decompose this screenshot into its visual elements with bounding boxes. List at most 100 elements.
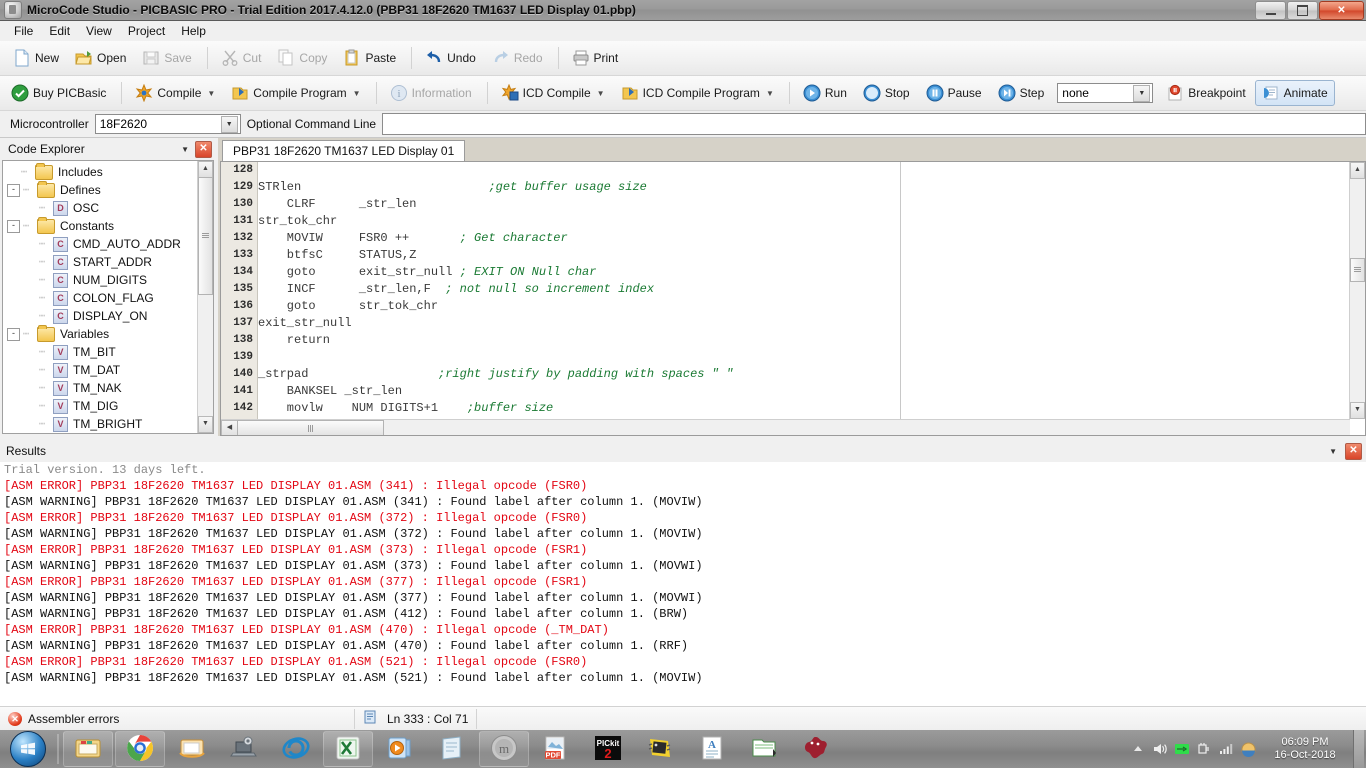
minimize-button[interactable]	[1255, 1, 1286, 20]
tree-node-cmd-auto-addr[interactable]: ┉CCMD_AUTO_ADDR	[3, 235, 213, 253]
code-explorer-tree[interactable]: ┉Includes-┉Defines┉DOSC-┉Constants┉CCMD_…	[2, 160, 214, 434]
scroll-up-arrow-icon[interactable]: ▲	[1350, 162, 1365, 179]
menu-item-edit[interactable]: Edit	[41, 22, 78, 40]
tree-node-tm-nak[interactable]: ┉VTM_NAK	[3, 379, 213, 397]
scroll-up-arrow-icon[interactable]: ▲	[198, 161, 213, 178]
system-menu-icon[interactable]	[4, 1, 22, 19]
icd-compile-button[interactable]: ICD Compile ▼	[494, 80, 612, 106]
tree-node-display-on[interactable]: ┉CDISPLAY_ON	[3, 307, 213, 325]
taskbar-item-pickit2[interactable]: PICkit2	[583, 731, 633, 767]
editor-body[interactable]: 1281291301311321331341351361371381391401…	[220, 161, 1366, 436]
tree-node-tm-dig[interactable]: ┉VTM_DIG	[3, 397, 213, 415]
code-line[interactable]: btfsC STATUS,Z	[258, 247, 1349, 264]
compile-button[interactable]: Compile ▼	[128, 80, 222, 106]
new-button[interactable]: New	[6, 45, 66, 71]
chevron-down-icon[interactable]: ▼	[353, 89, 361, 98]
undo-button[interactable]: Undo	[418, 45, 483, 71]
information-button[interactable]: i Information	[383, 80, 479, 106]
buy-picbasic-button[interactable]: Buy PICBasic	[4, 80, 113, 106]
taskbar-item-media-player[interactable]	[375, 731, 425, 767]
menu-item-file[interactable]: File	[6, 22, 41, 40]
taskbar-clock[interactable]: 06:09 PM 16-Oct-2018	[1259, 736, 1351, 762]
code-line[interactable]	[258, 162, 1349, 179]
taskbar-item-pdf-reader[interactable]: PDF	[531, 731, 581, 767]
code-line[interactable]: exit_str_null	[258, 315, 1349, 332]
tree-node-tm-dat[interactable]: ┉VTM_DAT	[3, 361, 213, 379]
close-code-explorer-button[interactable]: ✕	[195, 141, 212, 158]
tree-node-tm-bit[interactable]: ┉VTM_BIT	[3, 343, 213, 361]
close-results-button[interactable]: ✕	[1345, 443, 1362, 460]
run-button[interactable]: Run	[796, 80, 854, 106]
show-desktop-button[interactable]	[1353, 730, 1364, 768]
tree-node-constants[interactable]: -┉Constants	[3, 217, 213, 235]
tree-node-start-addr[interactable]: ┉CSTART_ADDR	[3, 253, 213, 271]
chevron-down-icon[interactable]: ▼	[1133, 85, 1150, 102]
scroll-down-arrow-icon[interactable]: ▼	[1350, 402, 1365, 419]
taskbar-item-wordpad[interactable]: A	[687, 731, 737, 767]
chevron-down-icon[interactable]: ▼	[221, 116, 238, 133]
taskbar-item-file-folder[interactable]	[739, 731, 789, 767]
code-line[interactable]: INCF _str_len,F ; not null so increment …	[258, 281, 1349, 298]
volume-icon[interactable]	[1149, 730, 1171, 768]
code-text-area[interactable]: STRlen ;get buffer usage size CLRF _str_…	[258, 162, 1349, 419]
taskbar-item-notepad[interactable]	[427, 731, 477, 767]
results-output[interactable]: Trial version. 13 days left.[ASM ERROR] …	[0, 462, 1366, 706]
tree-collapse-toggle[interactable]: -	[7, 328, 20, 341]
open-button[interactable]: Open	[68, 45, 133, 71]
chevron-down-icon[interactable]: ▼	[766, 89, 774, 98]
icd-compile-program-button[interactable]: ICD Compile Program ▼	[614, 80, 781, 106]
scrollbar-thumb[interactable]	[237, 420, 384, 436]
code-line[interactable]: str_tok_chr	[258, 213, 1349, 230]
save-button[interactable]: Save	[135, 45, 198, 71]
chevron-down-icon[interactable]: ▼	[207, 89, 215, 98]
tree-node-num-digits[interactable]: ┉CNUM_DIGITS	[3, 271, 213, 289]
code-line[interactable]: _strpad ;right justify by padding with s…	[258, 366, 1349, 383]
code-line[interactable]: BANKSEL _str_len	[258, 383, 1349, 400]
editor-tab[interactable]: PBP31 18F2620 TM1637 LED Display 01	[222, 140, 465, 162]
step-button[interactable]: Step	[991, 80, 1052, 106]
stop-button[interactable]: Stop	[856, 80, 917, 106]
maximize-button[interactable]	[1287, 1, 1318, 20]
network-icon[interactable]	[1171, 730, 1193, 768]
paste-button[interactable]: Paste	[336, 45, 403, 71]
power-plug-icon[interactable]	[1193, 730, 1215, 768]
pause-button[interactable]: Pause	[919, 80, 989, 106]
code-line[interactable]: MOVIW FSR0 ++ ; Get character	[258, 230, 1349, 247]
close-button[interactable]: ✕	[1319, 1, 1364, 20]
panel-menu-icon[interactable]: ▼	[181, 145, 189, 154]
taskbar-item-windows-live-mail[interactable]	[167, 731, 217, 767]
tree-node-includes[interactable]: ┉Includes	[3, 163, 213, 181]
menu-item-project[interactable]: Project	[120, 22, 173, 40]
panel-menu-icon[interactable]: ▼	[1329, 447, 1337, 456]
code-line[interactable]: return	[258, 332, 1349, 349]
copy-button[interactable]: Copy	[270, 45, 334, 71]
taskbar-item-google-chrome[interactable]	[115, 731, 165, 767]
chevron-down-icon[interactable]: ▼	[597, 89, 605, 98]
code-explorer-scrollbar[interactable]: ▲ ▼	[197, 161, 213, 433]
taskbar-item-laptop-settings[interactable]	[219, 731, 269, 767]
tree-node-colon-flag[interactable]: ┉CCOLON_FLAG	[3, 289, 213, 307]
breakpoint-button[interactable]: Breakpoint	[1159, 80, 1252, 106]
tree-node-variables[interactable]: -┉Variables	[3, 325, 213, 343]
microcontroller-select[interactable]: 18F2620 ▼	[95, 114, 241, 134]
debug-target-select[interactable]: none ▼	[1057, 83, 1153, 103]
taskbar-item-mikroe-app[interactable]: m	[479, 731, 529, 767]
taskbar-item-inkblot-app[interactable]	[791, 731, 841, 767]
tree-collapse-toggle[interactable]: -	[7, 184, 20, 197]
print-button[interactable]: Print	[565, 45, 626, 71]
code-line[interactable]: CLRF _str_len	[258, 196, 1349, 213]
taskbar-item-microchip-ic[interactable]	[635, 731, 685, 767]
scrollbar-thumb[interactable]	[198, 177, 213, 295]
animate-button[interactable]: Animate	[1255, 80, 1335, 106]
compile-program-button[interactable]: Compile Program ▼	[224, 80, 367, 106]
show-hidden-icons-button[interactable]	[1127, 730, 1149, 768]
scroll-down-arrow-icon[interactable]: ▼	[198, 416, 213, 433]
code-line[interactable]: movlw NUM DIGITS+1 ;buffer size	[258, 400, 1349, 417]
editor-vertical-scrollbar[interactable]: ▲ ▼	[1349, 162, 1365, 419]
menu-item-view[interactable]: View	[78, 22, 120, 40]
taskbar-item-internet-explorer[interactable]	[271, 731, 321, 767]
code-line[interactable]: STRlen ;get buffer usage size	[258, 179, 1349, 196]
taskbar-item-windows-explorer[interactable]	[63, 731, 113, 767]
signal-bars-icon[interactable]	[1215, 730, 1237, 768]
redo-button[interactable]: Redo	[485, 45, 550, 71]
